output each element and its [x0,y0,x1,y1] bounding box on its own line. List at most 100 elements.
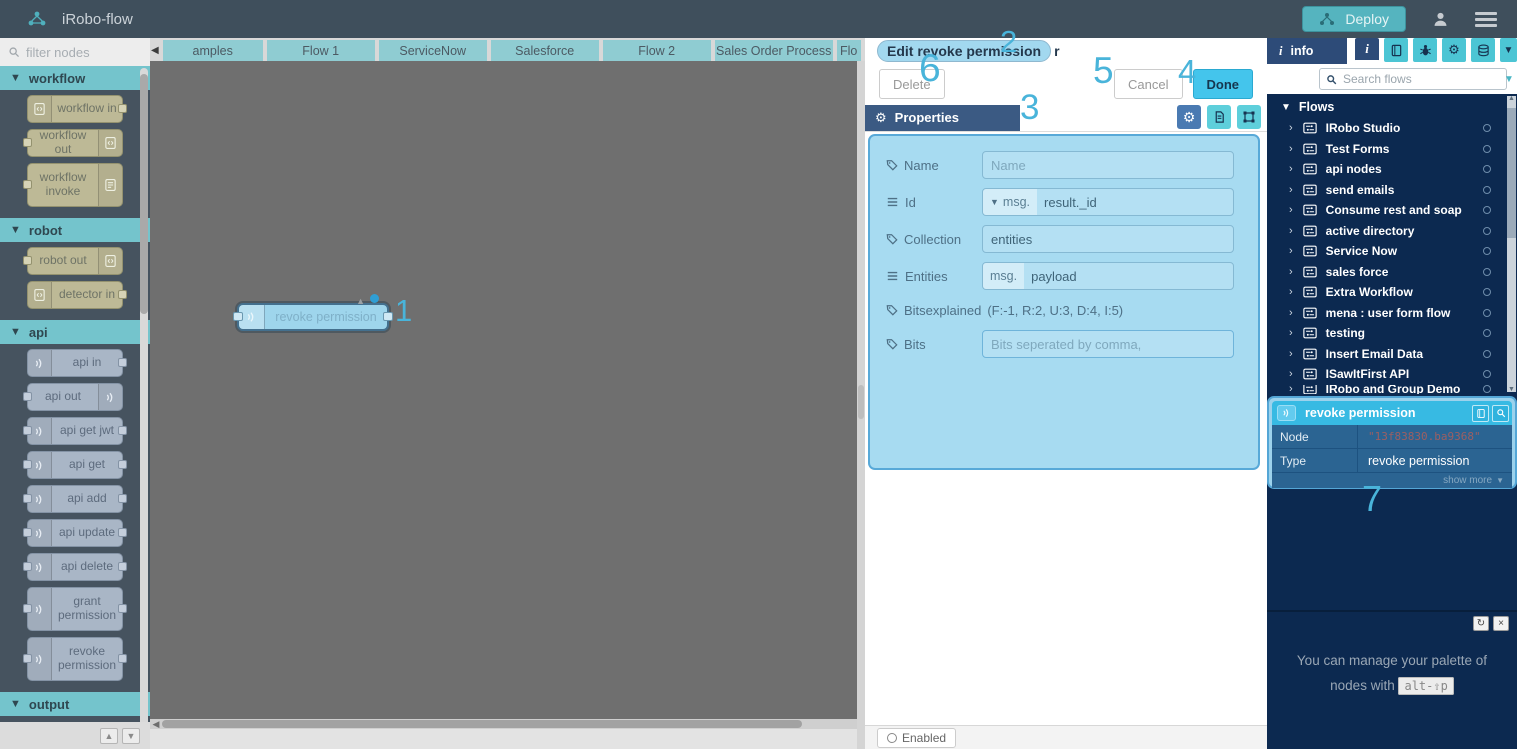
flow-status-circle[interactable] [1483,124,1491,132]
flows-scrollbar-thumb[interactable] [1507,108,1516,238]
tray-resize-handle[interactable] [857,61,865,749]
palette-node-api-get[interactable]: api get [27,451,123,479]
flow-tab-flow-1[interactable]: Flow 1 [267,40,375,61]
flow-item-extra-workflow[interactable]: ›Extra Workflow [1267,282,1517,303]
palette-category-api[interactable]: ▼api [0,320,150,344]
flow-status-circle[interactable] [1483,309,1491,317]
flow-status-circle[interactable] [1483,385,1491,393]
field-input-collection[interactable] [982,225,1234,253]
flow-status-circle[interactable] [1483,350,1491,358]
delete-button[interactable]: Delete [879,69,945,99]
flow-tab-salesforce[interactable]: Salesforce [491,40,599,61]
done-button[interactable]: Done [1193,69,1254,99]
chevron-right-icon[interactable]: › [1289,286,1293,298]
enabled-toggle-button[interactable]: Enabled [877,728,956,748]
user-icon[interactable] [1432,11,1449,27]
palette-node-workflow-in[interactable]: workflow in [27,95,123,123]
scroll-up-icon[interactable]: ▲ [1507,95,1516,102]
menu-icon[interactable] [1475,9,1497,30]
chevron-right-icon[interactable]: › [1289,225,1293,237]
refresh-button[interactable]: ↻ [1473,616,1489,631]
flow-tab-flo[interactable]: Flo [837,40,861,61]
scroll-down-icon[interactable]: ▼ [1507,386,1516,393]
node-input-port[interactable] [233,312,243,321]
flow-item-test-forms[interactable]: ›Test Forms [1267,139,1517,160]
flow-canvas[interactable]: ◀ amplesFlow 1ServiceNowSalesforceFlow 2… [150,38,865,749]
flow-item-irobo-studio[interactable]: ›IRobo Studio [1267,118,1517,139]
palette-category-output[interactable]: ▼output [0,692,150,716]
show-more-toggle[interactable]: show more ▼ [1272,473,1512,488]
flow-tab-servicenow[interactable]: ServiceNow [379,40,487,61]
name-input[interactable] [991,158,1233,173]
flow-item-send-emails[interactable]: ›send emails [1267,180,1517,201]
flow-item-service-now[interactable]: ›Service Now [1267,241,1517,262]
flow-tab-sales-order-process[interactable]: Sales Order Process [715,40,833,61]
flow-status-circle[interactable] [1483,145,1491,153]
scroll-left-icon[interactable]: ◀ [150,719,162,730]
field-input-entities[interactable]: msg.payload [982,262,1234,290]
tab-scroll-left-icon[interactable]: ◀ [151,45,159,56]
filter-nodes-input[interactable] [26,45,136,60]
palette-node-api-get-jwt[interactable]: api get jwt [27,417,123,445]
flow-item-active-directory[interactable]: ›active directory [1267,221,1517,242]
flow-item-consume-rest-and-soap[interactable]: ›Consume rest and soap [1267,200,1517,221]
search-flows-input[interactable] [1343,72,1498,86]
field-input-id[interactable]: ▼msg.result._id [982,188,1234,216]
flow-status-circle[interactable] [1483,186,1491,194]
flow-item-api-nodes[interactable]: ›api nodes [1267,159,1517,180]
palette-node-api-in[interactable]: api in [27,349,123,377]
palette-node-api-out[interactable]: api out [27,383,123,411]
flow-status-circle[interactable] [1483,227,1491,235]
palette-scroll-down-button[interactable]: ▼ [122,728,140,744]
canvas-node-revoke-permission[interactable]: revoke permission ▲ [237,303,389,331]
palette-node-api-add[interactable]: api add [27,485,123,513]
close-hint-button[interactable]: × [1493,616,1509,631]
canvas-horizontal-scrollbar[interactable]: ◀ [150,719,865,729]
sidebar-info-button[interactable]: i [1355,38,1379,62]
chevron-right-icon[interactable]: › [1289,163,1293,175]
tab-info[interactable]: i info [1267,38,1347,64]
palette-node-robot-out[interactable]: robot out [27,247,123,275]
node-search-button[interactable] [1492,405,1509,422]
msg-prefix-chip[interactable]: ▼msg. [983,189,1037,215]
chevron-right-icon[interactable]: › [1289,204,1293,216]
chevron-right-icon[interactable]: › [1289,385,1293,394]
chevron-right-icon[interactable]: › [1289,307,1293,319]
field-input-bits[interactable] [982,330,1234,358]
search-dropdown-icon[interactable]: ▼ [1504,74,1514,85]
cancel-button[interactable]: Cancel [1114,69,1182,99]
field-input-name[interactable] [982,151,1234,179]
tab-properties[interactable]: ⚙ Properties [865,105,1020,131]
sidebar-gear-button[interactable]: ⚙ [1442,38,1466,62]
palette-node-detector-in[interactable]: detector in [27,281,123,309]
node-help-button[interactable] [1472,405,1489,422]
msg-prefix-chip[interactable]: msg. [983,263,1024,289]
flow-item-sales-force[interactable]: ›sales force [1267,262,1517,283]
flows-tree-header[interactable]: ▼ Flows [1267,94,1517,118]
flow-status-circle[interactable] [1483,370,1491,378]
chevron-right-icon[interactable]: › [1289,245,1293,257]
palette-category-workflow[interactable]: ▼workflow [0,66,150,90]
flow-status-circle[interactable] [1483,165,1491,173]
appearance-button[interactable] [1237,105,1261,129]
flow-status-circle[interactable] [1483,268,1491,276]
flows-scrollbar[interactable]: ▲ ▼ [1507,96,1516,392]
palette-node-api-delete[interactable]: api delete [27,553,123,581]
flow-item-isawitfirst-api[interactable]: ›ISawItFirst API [1267,364,1517,385]
sidebar-layers-button[interactable] [1471,38,1495,62]
chevron-right-icon[interactable]: › [1289,122,1293,134]
scrollbar-thumb[interactable] [162,720,802,728]
chevron-right-icon[interactable]: › [1289,368,1293,380]
node-output-port[interactable] [383,312,393,321]
flow-tab-amples[interactable]: amples [163,40,263,61]
flow-item-mena-user-form-flow[interactable]: ›mena : user form flow [1267,303,1517,324]
flow-item-irobo-and-group-demo[interactable]: ›IRobo and Group Demo [1267,385,1517,394]
flow-status-circle[interactable] [1483,247,1491,255]
flow-status-circle[interactable] [1483,288,1491,296]
palette-node-workflow-out[interactable]: workflow out [27,129,123,157]
chevron-right-icon[interactable]: › [1289,143,1293,155]
chevron-right-icon[interactable]: › [1289,266,1293,278]
flow-tab-flow-2[interactable]: Flow 2 [603,40,711,61]
sidebar-dropdown-button[interactable]: ▼ [1500,38,1517,62]
properties-gear-button[interactable]: ⚙ [1177,105,1201,129]
